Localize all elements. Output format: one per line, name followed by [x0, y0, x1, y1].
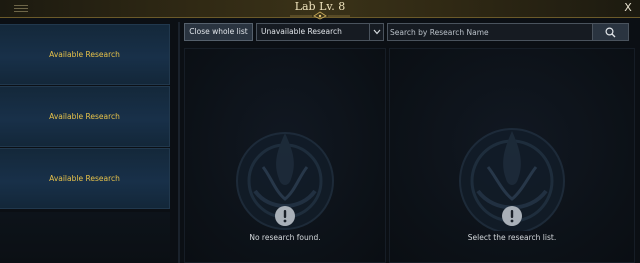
select-prompt-message: Select the research list.: [467, 233, 557, 242]
research-filter-select[interactable]: Unavailable Research: [256, 23, 384, 41]
research-list: Available Research Available Research Av…: [0, 22, 170, 263]
research-info-panel: Select the research list.: [389, 48, 635, 263]
empty-message: No research found.: [249, 233, 321, 242]
list-fade: [0, 212, 170, 263]
title-bar: Lab Lv. 8 X: [0, 0, 640, 20]
search-button[interactable]: [592, 24, 628, 40]
filter-selected-value: Unavailable Research: [261, 27, 342, 36]
divider: [178, 22, 180, 263]
close-whole-list-button[interactable]: Close whole list: [184, 23, 253, 41]
search-bar: [387, 23, 629, 41]
list-item[interactable]: Available Research: [0, 86, 170, 147]
list-item-label: Available Research: [49, 50, 120, 59]
alert-icon: [275, 206, 295, 226]
close-button[interactable]: X: [622, 1, 634, 15]
list-item[interactable]: Available Research: [0, 148, 170, 209]
search-icon: [605, 26, 616, 37]
title-ornament: [290, 11, 350, 20]
toolbar: Close whole list Unavailable Research: [184, 23, 640, 43]
list-item-label: Available Research: [49, 112, 120, 121]
chevron-down-icon[interactable]: [369, 24, 383, 40]
list-item[interactable]: Available Research: [0, 24, 170, 85]
list-item-label: Available Research: [49, 174, 120, 183]
alert-icon: [502, 206, 522, 226]
search-input[interactable]: [390, 25, 590, 39]
research-detail-panel: No research found.: [184, 48, 386, 263]
